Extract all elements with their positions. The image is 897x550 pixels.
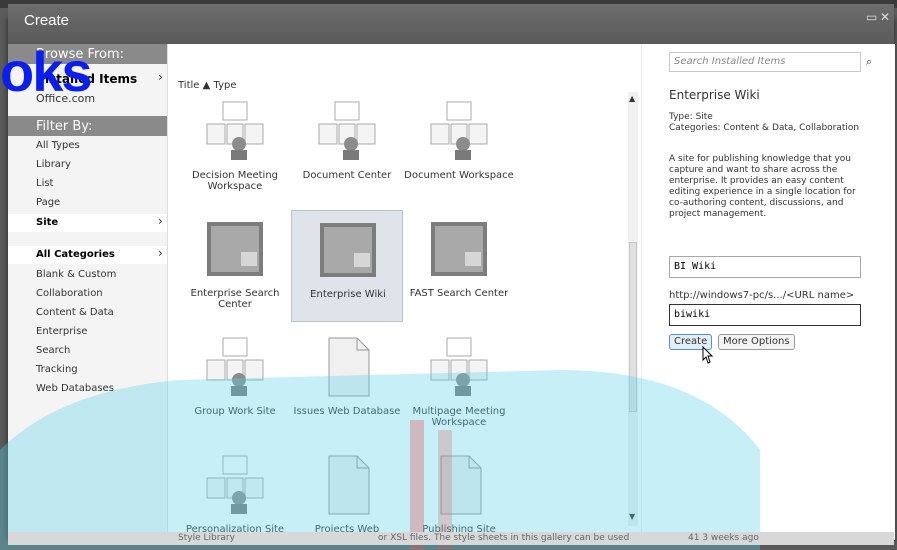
chevron-right-icon: › (158, 70, 163, 84)
template-tile[interactable]: Enterprise Search Center (179, 210, 291, 322)
url-label: http://windows7-pc/s.../<URL name> (669, 290, 855, 301)
personalization-site-icon (203, 452, 267, 516)
filter-category-content-data[interactable]: Content & Data (36, 307, 114, 318)
filter-type-site[interactable]: Site (36, 217, 58, 228)
decision-meeting-icon (203, 98, 267, 162)
enterprise-search-center-icon (203, 216, 267, 280)
enterprise-wiki-icon (316, 217, 380, 281)
template-tile-label: Document Workspace (404, 170, 514, 181)
site-title-field[interactable]: BI Wiki (669, 256, 861, 278)
filter-type-library[interactable]: Library (36, 159, 71, 170)
filter-by-header: Filter By: (8, 116, 167, 136)
projects-web-icon (315, 452, 379, 516)
template-tile-label: Enterprise Wiki (310, 289, 386, 300)
publishing-site-icon (427, 452, 491, 516)
filter-category-web-databases[interactable]: Web Databases (36, 383, 114, 394)
scrollbar-thumb[interactable] (629, 242, 637, 412)
filter-category-collaboration[interactable]: Collaboration (36, 288, 103, 299)
template-tile-label: Enterprise Search Center (190, 288, 280, 310)
left-filter-panel: Browse From: Installed Items › Office.co… (8, 44, 168, 540)
search-input[interactable]: Search Installed Items (669, 52, 861, 72)
bottom-left-text: Style Library (178, 533, 235, 543)
document-workspace-icon (427, 98, 491, 162)
mouse-cursor-icon (702, 346, 714, 364)
filter-category-search[interactable]: Search (36, 345, 70, 356)
template-tile[interactable]: Enterprise Wiki (291, 210, 403, 322)
template-tile[interactable]: Issues Web Database (291, 328, 403, 440)
dialog-titlebar: Create ▭ ✕ (8, 4, 894, 44)
details-panel: Search Installed Items ⌕ Enterprise Wiki… (641, 44, 895, 540)
bottom-mid-text: or XSL files. The style sheets in this g… (378, 533, 630, 543)
group-work-site-icon (203, 334, 267, 398)
template-tile-label: FAST Search Center (409, 288, 509, 299)
close-icon[interactable]: ✕ (880, 10, 890, 24)
filter-type-site-row[interactable] (8, 214, 167, 232)
scroll-up-icon[interactable]: ▲ (629, 94, 635, 103)
dialog-title: Create (24, 12, 70, 29)
template-tile-label: Decision Meeting Workspace (191, 170, 279, 192)
template-tile[interactable]: Document Workspace (403, 92, 515, 204)
template-type: Type: Site (669, 112, 713, 122)
template-tile[interactable]: Group Work Site (179, 328, 291, 440)
template-tile[interactable]: FAST Search Center (403, 210, 515, 322)
sort-title-label[interactable]: Title (178, 80, 199, 91)
document-center-icon (315, 98, 379, 162)
filter-type-page[interactable]: Page (36, 197, 60, 208)
issues-web-database-icon (315, 334, 379, 398)
template-tile[interactable]: Personalization Site (179, 446, 291, 540)
chevron-right-icon: › (158, 214, 163, 228)
filter-category-blank[interactable]: Blank & Custom (36, 269, 116, 280)
template-meta: Type: Site Categories: Content & Data, C… (669, 112, 869, 134)
search-icon[interactable]: ⌕ (866, 55, 872, 69)
template-tile-label: Document Center (302, 170, 392, 181)
search-placeholder: Search Installed Items (674, 56, 786, 67)
scroll-down-icon[interactable]: ▼ (629, 512, 635, 521)
filter-category-tracking[interactable]: Tracking (36, 364, 78, 375)
overlay-text: oks (0, 40, 92, 103)
filter-type-all[interactable]: All Types (36, 140, 80, 151)
template-tile[interactable]: Projects Web (291, 446, 403, 540)
template-tile-label: Group Work Site (194, 406, 276, 417)
filter-category-enterprise[interactable]: Enterprise (36, 326, 87, 337)
background-list-row: Style Library or XSL files. The style sh… (8, 532, 894, 545)
gallery-scrollbar[interactable]: ▲ ▼ (628, 92, 638, 526)
sort-type-label[interactable]: Type (214, 80, 237, 91)
template-tile[interactable]: Document Center (291, 92, 403, 204)
filter-category-all[interactable]: All Categories (36, 249, 115, 260)
chevron-right-icon: › (158, 246, 163, 260)
template-gallery: Title ▲ Type Decision Meeting Workspace D… (168, 44, 640, 540)
fast-search-center-icon (427, 216, 491, 280)
sort-controls[interactable]: Title ▲ Type (178, 80, 236, 91)
template-tile[interactable]: Publishing Site (403, 446, 515, 540)
template-tile[interactable]: Decision Meeting Workspace (179, 92, 291, 204)
template-tile[interactable]: Multipage Meeting Workspace (403, 328, 515, 440)
url-name-field[interactable]: biwiki (669, 304, 861, 326)
template-description: A site for publishing knowledge that you… (669, 154, 856, 219)
selected-template-title: Enterprise Wiki (669, 88, 760, 102)
maximize-icon[interactable]: ▭ (866, 10, 877, 24)
bottom-right-text: 41 3 weeks ago (688, 533, 759, 543)
template-tile-label: Issues Web Database (293, 406, 401, 417)
more-options-button[interactable]: More Options (718, 334, 795, 350)
sort-ascending-icon: ▲ (202, 80, 211, 91)
filter-type-list[interactable]: List (36, 178, 53, 189)
template-categories: Categories: Content & Data, Collaboratio… (669, 123, 860, 133)
template-tile-label: Multipage Meeting Workspace (412, 406, 506, 428)
multipage-meeting-icon (427, 334, 491, 398)
